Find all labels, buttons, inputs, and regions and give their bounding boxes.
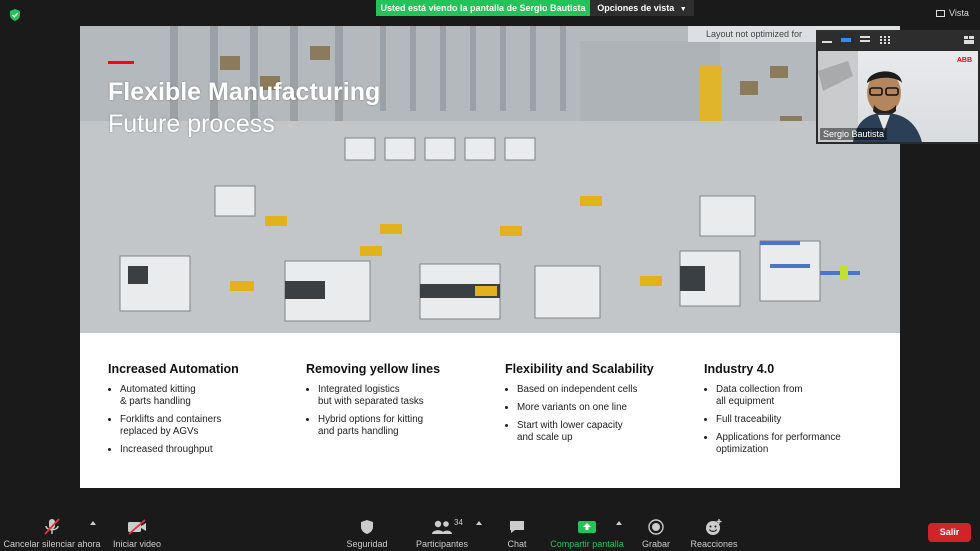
reactions-label: Reacciones bbox=[690, 539, 738, 549]
strip-view-icon[interactable] bbox=[860, 36, 870, 44]
security-shield-icon[interactable] bbox=[8, 8, 22, 22]
participants-options-caret[interactable] bbox=[476, 521, 482, 525]
screen-share-banner: Usted está viendo la pantalla de Sergio … bbox=[376, 0, 590, 16]
accent-bar bbox=[108, 61, 134, 64]
bullet-item: Forklifts and containers replaced by AGV… bbox=[120, 414, 298, 438]
chat-label: Chat bbox=[507, 539, 527, 549]
security-button[interactable]: Seguridad bbox=[340, 513, 394, 551]
participants-label: Participantes bbox=[415, 539, 469, 549]
bullet-item: Integrated logistics but with separated … bbox=[318, 384, 496, 408]
speaker-view-icon[interactable] bbox=[841, 36, 851, 44]
column-flexibility: Flexibility and Scalability Based on ind… bbox=[505, 362, 695, 450]
factory-illustration bbox=[80, 26, 900, 333]
column-industry-4: Industry 4.0 Data collection from all eq… bbox=[704, 362, 894, 462]
view-options-label: Opciones de vista bbox=[597, 3, 675, 13]
view-options-button[interactable]: Opciones de vista ▼ bbox=[590, 0, 694, 16]
participant-name-label: Sergio Bautista bbox=[820, 128, 888, 140]
factory-floor-image: Flexible Manufacturing Future process La… bbox=[80, 26, 900, 333]
column-yellow-lines: Removing yellow lines Integrated logisti… bbox=[306, 362, 496, 444]
bullet-item: Hybrid options for kitting and parts han… bbox=[318, 414, 496, 438]
leave-meeting-button[interactable]: Salir bbox=[928, 523, 971, 542]
camera-off-icon bbox=[128, 519, 146, 535]
bullet-item: Applications for performance optimizatio… bbox=[716, 432, 894, 456]
microphone-muted-icon bbox=[44, 518, 60, 535]
slide-subtitle: Future process bbox=[108, 110, 275, 138]
slide-columns: Increased Automation Automated kitting &… bbox=[80, 362, 900, 488]
share-screen-label: Compartir pantalla bbox=[550, 539, 624, 549]
video-tile-toolbar bbox=[816, 30, 980, 50]
participants-count: 34 bbox=[454, 518, 463, 527]
unmute-label: Cancelar silenciar ahora bbox=[3, 539, 101, 549]
audio-options-caret[interactable] bbox=[90, 521, 96, 525]
gallery-grid-icon[interactable] bbox=[880, 36, 890, 44]
share-screen-icon bbox=[578, 521, 596, 533]
bullet-item: Full traceability bbox=[716, 414, 894, 426]
chevron-down-icon: ▼ bbox=[679, 6, 687, 13]
shield-icon bbox=[361, 520, 373, 534]
abb-logo: ABB bbox=[956, 57, 972, 64]
start-video-button[interactable]: Iniciar video bbox=[108, 513, 166, 551]
column-heading: Industry 4.0 bbox=[704, 362, 775, 376]
bullet-item: Increased throughput bbox=[120, 444, 298, 456]
minimize-icon[interactable] bbox=[822, 36, 832, 44]
column-heading: Removing yellow lines bbox=[306, 362, 441, 376]
smiley-add-icon bbox=[706, 519, 722, 535]
view-button[interactable]: Vista bbox=[936, 8, 969, 18]
pop-out-icon[interactable] bbox=[964, 36, 974, 44]
chat-button[interactable]: Chat bbox=[500, 513, 534, 551]
chat-bubble-icon bbox=[510, 521, 524, 533]
unmute-button[interactable]: Cancelar silenciar ahora bbox=[3, 513, 101, 551]
participant-video-tile[interactable]: ABB Sergio Bautista bbox=[816, 30, 980, 144]
column-heading: Increased Automation bbox=[108, 362, 239, 376]
participants-button[interactable]: Participantes bbox=[410, 513, 474, 551]
column-heading: Flexibility and Scalability bbox=[505, 362, 654, 376]
participants-icon bbox=[432, 520, 452, 534]
view-label: Vista bbox=[949, 8, 969, 18]
webcam-feed: ABB Sergio Bautista bbox=[818, 51, 978, 142]
record-button[interactable]: Grabar bbox=[638, 513, 674, 551]
column-automation: Increased Automation Automated kitting &… bbox=[108, 362, 298, 462]
reactions-button[interactable]: Reacciones bbox=[688, 513, 740, 551]
record-icon bbox=[648, 519, 664, 535]
shared-slide: Flexible Manufacturing Future process La… bbox=[80, 26, 900, 488]
start-video-label: Iniciar video bbox=[112, 539, 162, 549]
bullet-item: Start with lower capacity and scale up bbox=[517, 420, 695, 444]
share-screen-button[interactable]: Compartir pantalla bbox=[548, 513, 626, 551]
share-options-caret[interactable] bbox=[616, 521, 622, 525]
bullet-item: Data collection from all equipment bbox=[716, 384, 894, 408]
meeting-toolbar: Cancelar silenciar ahora Iniciar video S… bbox=[0, 513, 980, 551]
record-label: Grabar bbox=[641, 539, 670, 549]
bullet-item: Based on independent cells bbox=[517, 384, 695, 396]
grid-view-icon bbox=[936, 9, 945, 17]
slide-title: Flexible Manufacturing bbox=[108, 78, 381, 106]
bullet-item: Automated kitting & parts handling bbox=[120, 384, 298, 408]
security-label: Seguridad bbox=[346, 539, 388, 549]
bullet-item: More variants on one line bbox=[517, 402, 695, 414]
